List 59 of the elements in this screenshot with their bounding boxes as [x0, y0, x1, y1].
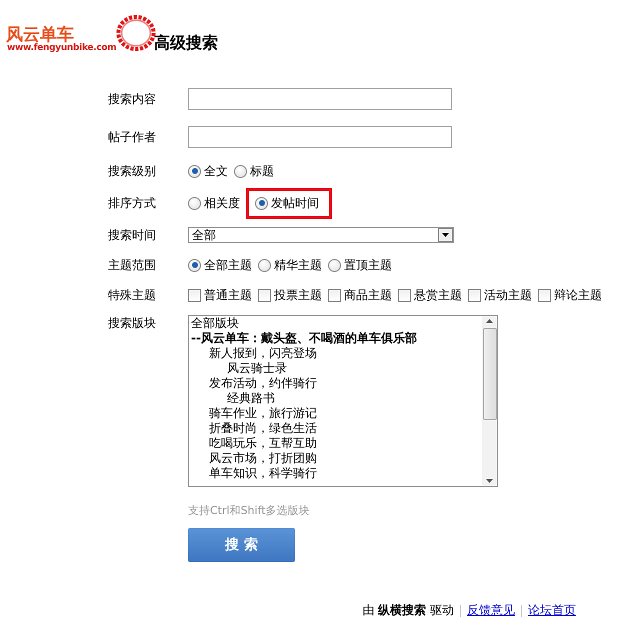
list-item[interactable]: --风云单车：戴头盔、不喝酒的单车俱乐部	[191, 331, 482, 346]
radio-icon	[188, 196, 201, 210]
checkbox-option[interactable]: 活动主题	[465, 284, 535, 306]
radio-option[interactable]: 全部主题	[185, 254, 255, 276]
field-label: 主题范围	[108, 256, 157, 274]
forum-listbox[interactable]: 全部版块 --风云单车：戴头盔、不喝酒的单车俱乐部 新人报到，闪亮登场 风云骑士录 发布活动，约伴骑行 经典路书 骑车作业，旅行游记 折叠时尚，绿色生活 吃喝玩乐，互帮互助 风云市场，打折团购 单车知识，科学骑行	[188, 315, 498, 487]
list-item[interactable]: 风云市场，打折团购	[191, 451, 482, 466]
list-item[interactable]: 风云骑士录	[191, 361, 482, 376]
list-item[interactable]: 折叠时尚，绿色生活	[191, 421, 482, 436]
field-label: 搜索时间	[108, 226, 157, 244]
field-label: 搜索级别	[108, 162, 157, 180]
checkbox-icon	[468, 288, 481, 302]
checkbox-icon	[328, 288, 341, 302]
radio-icon	[234, 164, 247, 178]
powered-by-text: 由 纵横搜索 驱动	[362, 602, 454, 619]
radio-option[interactable]: 发帖时间	[246, 188, 332, 218]
field-label: 排序方式	[108, 194, 157, 212]
list-item[interactable]: 经典路书	[191, 391, 482, 406]
checkbox-icon	[538, 288, 551, 302]
list-item[interactable]: 全部版块	[191, 316, 482, 331]
field-label: 搜索版块	[108, 315, 157, 332]
list-item[interactable]: 发布活动，约伴骑行	[191, 376, 482, 391]
radio-icon	[328, 258, 341, 272]
radio-option[interactable]: 精华主题	[255, 254, 325, 276]
radio-icon	[188, 164, 201, 178]
field-label: 搜索内容	[108, 90, 157, 108]
radio-icon	[255, 196, 268, 210]
list-item[interactable]: 骑车作业，旅行游记	[191, 406, 482, 421]
logo-url: www.fengyunbike.com	[7, 43, 116, 53]
checkbox-icon	[398, 288, 411, 302]
list-item[interactable]: 单车知识，科学骑行	[191, 466, 482, 481]
scrollbar[interactable]	[482, 316, 497, 486]
checkbox-icon	[188, 288, 201, 302]
footer-link[interactable]: 反馈意见	[467, 602, 515, 619]
checkbox-option[interactable]: 悬赏主题	[395, 284, 465, 306]
radio-icon	[258, 258, 271, 272]
input-field[interactable]	[188, 126, 452, 148]
list-item[interactable]: 吃喝玩乐，互帮互助	[191, 436, 482, 451]
list-item[interactable]: 新人报到，闪亮登场	[191, 346, 482, 361]
radio-option[interactable]: 全文	[185, 160, 231, 182]
time-dropdown[interactable]: 全部	[188, 227, 454, 243]
checkbox-option[interactable]: 普通主题	[185, 284, 255, 306]
radio-option[interactable]: 标题	[231, 160, 277, 182]
checkbox-option[interactable]: 辩论主题	[535, 284, 605, 306]
checkbox-icon	[258, 288, 271, 302]
caret-icon	[438, 228, 453, 242]
input-field[interactable]	[188, 88, 452, 110]
checkbox-option[interactable]: 商品主题	[325, 284, 395, 306]
field-label: 帖子作者	[108, 128, 157, 146]
hint-text: 支持Ctrl和Shift多选版块	[188, 503, 311, 518]
footer-link[interactable]: 论坛首页	[528, 602, 576, 619]
radio-option[interactable]: 相关度	[185, 192, 243, 214]
radio-icon	[188, 258, 201, 272]
search-button[interactable]: 搜 索	[188, 528, 295, 562]
checkbox-option[interactable]: 投票主题	[255, 284, 325, 306]
radio-option[interactable]: 置顶主题	[325, 254, 395, 276]
page-title: 高级搜索	[154, 32, 218, 54]
field-label: 特殊主题	[108, 286, 157, 304]
gear-ring-icon	[116, 13, 156, 53]
